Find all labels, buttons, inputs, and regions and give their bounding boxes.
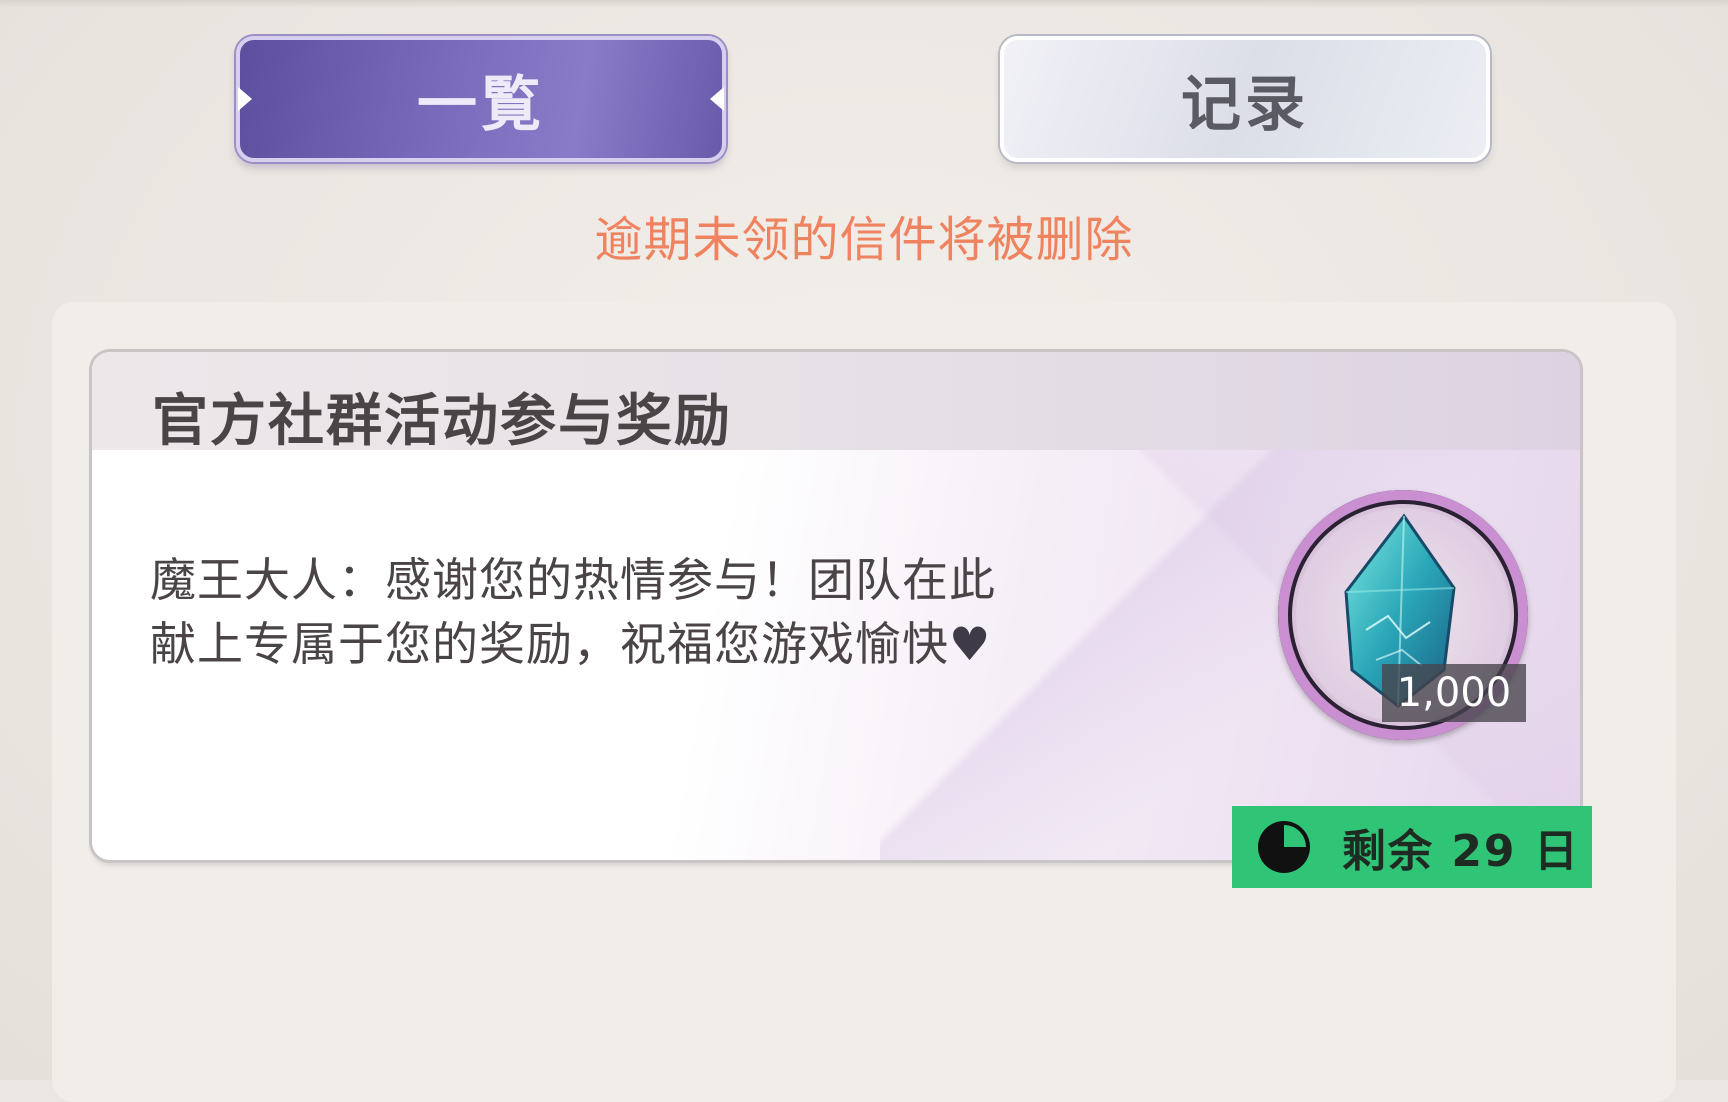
mail-body-line-1: 魔王大人：感谢您的热情参与！团队在此 [150, 553, 996, 607]
mail-header: 官方社群活动参与奖励 [92, 352, 1580, 454]
top-edge-shadow [0, 0, 1728, 8]
mail-body-line-2-text: 献上专属于您的奖励，祝福您游戏愉快 [150, 617, 949, 671]
tab-records-label: 记录 [1181, 69, 1309, 140]
mail-title: 官方社群活动参与奖励 [152, 389, 732, 454]
clock-icon [1258, 821, 1310, 873]
expiry-notice: 逾期未领的信件将被删除 [594, 212, 1134, 268]
tab-list[interactable]: 一覧 [236, 36, 726, 162]
expire-text: 剩余 29 日 [1342, 826, 1580, 877]
expire-badge: 剩余 29 日 [1232, 806, 1592, 888]
reward-count: 1,000 [1382, 664, 1526, 722]
heart-icon: ♥ [949, 617, 992, 671]
mail-body: 魔王大人：感谢您的热情参与！团队在此 献上专属于您的奖励，祝福您游戏愉快♥ [150, 548, 1150, 676]
tab-list-label: 一覧 [417, 69, 545, 140]
mail-body-line-2: 献上专属于您的奖励，祝福您游戏愉快♥ [150, 612, 1150, 676]
tab-records[interactable]: 记录 [1000, 36, 1490, 162]
